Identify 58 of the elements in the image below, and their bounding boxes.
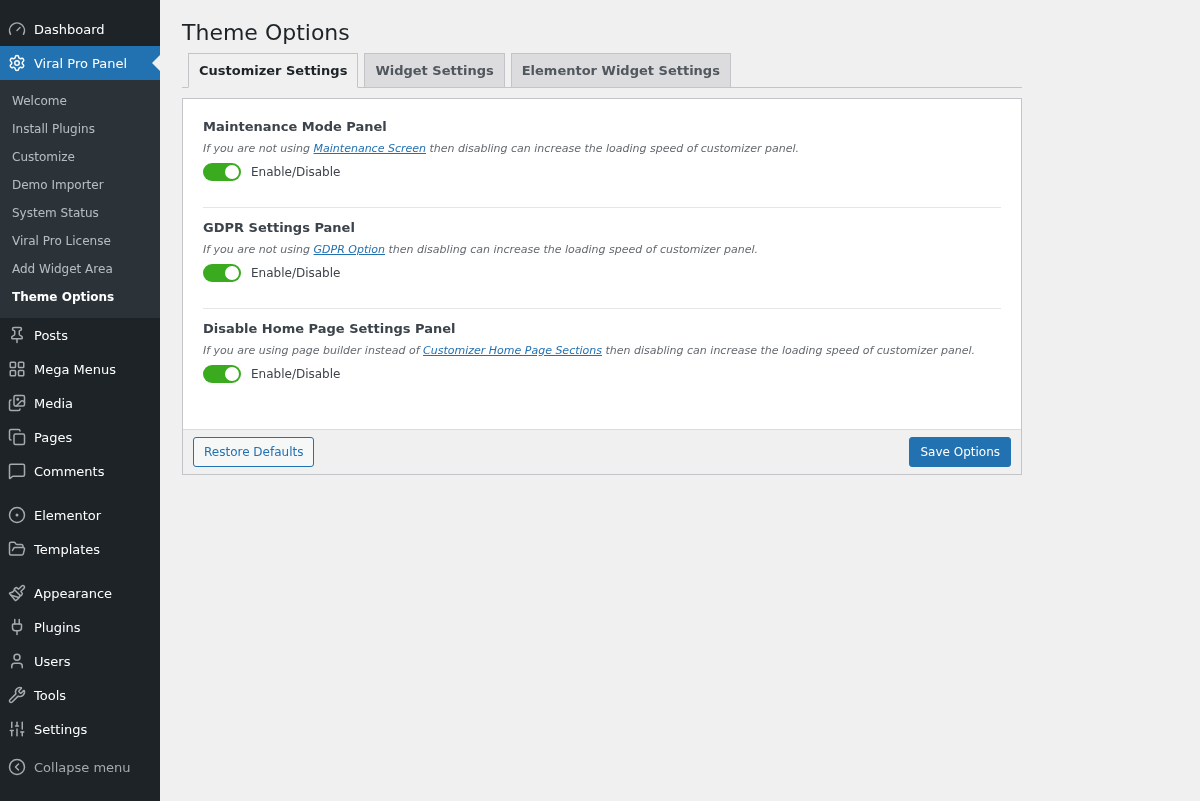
option-description: If you are using page builder instead of Customizer Home Page Sections then disabling can increase the loading speed of customizer panel. [203, 344, 976, 357]
toggle-label: Enable/Disable [251, 367, 341, 381]
submenu-item[interactable]: Demo Importer [0, 171, 160, 199]
collapse-menu-link[interactable]: Collapse menu [0, 752, 160, 782]
comment-icon [8, 462, 26, 480]
grid-icon [8, 360, 26, 378]
sidebar-item[interactable]: Dashboard [0, 12, 160, 46]
sliders-icon [8, 720, 26, 738]
sidebar-item[interactable]: Templates [0, 532, 160, 566]
wrench-icon [8, 686, 26, 704]
option-description: If you are not using GDPR Option then disabling can increase the loading speed of customizer panel. [203, 243, 760, 256]
option-title: Disable Home Page Settings Panel [203, 321, 457, 336]
sidebar-item[interactable]: Settings [0, 712, 160, 746]
submenu-item[interactable]: Customize [0, 143, 160, 171]
sidebar-item[interactable]: Comments [0, 454, 160, 488]
pushpin-icon [8, 326, 26, 344]
toggle-switch[interactable] [203, 264, 241, 282]
sidebar-item[interactable]: Tools [0, 678, 160, 712]
media-icon [8, 394, 26, 412]
gauge-icon [8, 20, 26, 38]
sidebar-item[interactable]: Posts [0, 318, 160, 352]
submenu-item[interactable]: Theme Options [0, 283, 160, 311]
tab[interactable]: Customizer Settings [188, 53, 359, 88]
sidebar-item[interactable]: Pages [0, 420, 160, 454]
toggle-label: Enable/Disable [251, 165, 341, 179]
option-description: If you are not using Maintenance Screen then disabling can increase the loading speed of customizer panel. [203, 142, 800, 155]
settings-icon [8, 54, 26, 72]
circle-logo-icon [8, 506, 26, 524]
submenu-item[interactable]: Install Plugins [0, 115, 160, 143]
user-icon [8, 652, 26, 670]
sidebar-item[interactable]: Media [0, 386, 160, 420]
toggle-switch[interactable] [203, 365, 241, 383]
description-link[interactable]: Customizer Home Page Sections [423, 344, 602, 357]
tab[interactable]: Elementor Widget Settings [510, 53, 731, 88]
submenu-item[interactable]: Welcome [0, 87, 160, 115]
option-title: Maintenance Mode Panel [203, 119, 388, 134]
sidebar-item[interactable]: Viral Pro Panel [0, 46, 160, 80]
toggle-label: Enable/Disable [251, 266, 341, 280]
submenu-item[interactable]: Add Widget Area [0, 255, 160, 283]
restore-defaults-button[interactable]: Restore Defaults [193, 437, 315, 467]
sidebar-item[interactable]: Elementor [0, 498, 160, 532]
collapse-icon [8, 758, 26, 776]
description-link[interactable]: GDPR Option [313, 243, 386, 256]
sidebar-item[interactable]: Plugins [0, 610, 160, 644]
option-title: GDPR Settings Panel [203, 220, 356, 235]
sidebar-item[interactable]: Users [0, 644, 160, 678]
page-title: Theme Options [182, 20, 351, 45]
pages-icon [8, 428, 26, 446]
toggle-switch[interactable] [203, 163, 241, 181]
submenu-item[interactable]: System Status [0, 199, 160, 227]
folder-icon [8, 540, 26, 558]
tab[interactable]: Widget Settings [364, 53, 505, 88]
sidebar-item[interactable]: Appearance [0, 576, 160, 610]
paintbrush-icon [8, 584, 26, 602]
submenu-item[interactable]: Viral Pro License [0, 227, 160, 255]
save-options-button[interactable]: Save Options [909, 437, 1011, 467]
description-link[interactable]: Maintenance Screen [313, 142, 426, 155]
sidebar-item[interactable]: Mega Menus [0, 352, 160, 386]
